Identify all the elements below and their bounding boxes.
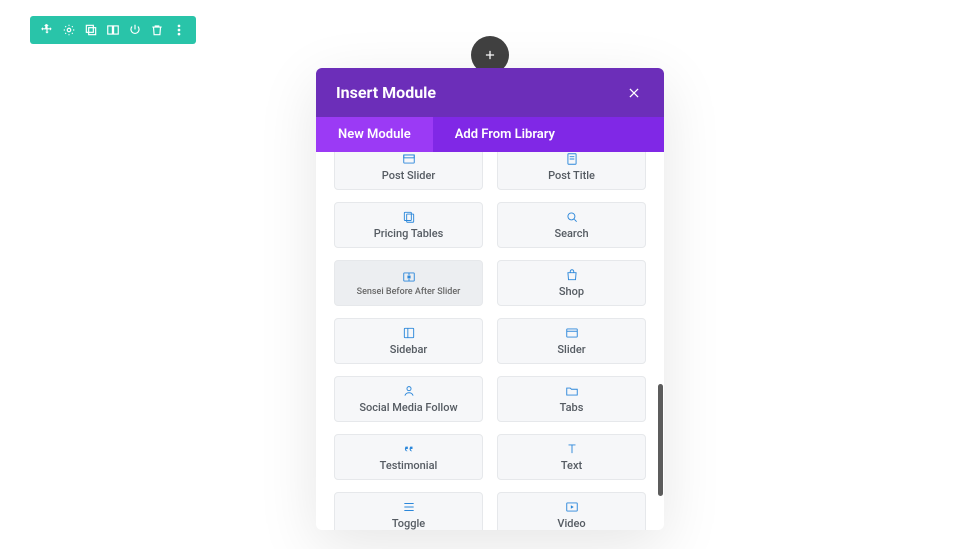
duplicate-row-icon[interactable] [80, 16, 102, 44]
more-icon[interactable] [168, 16, 190, 44]
trash-icon[interactable] [146, 16, 168, 44]
module-label: Post Title [548, 169, 595, 182]
columns-icon[interactable] [102, 16, 124, 44]
module-shop[interactable]: Shop [497, 260, 646, 306]
play-frame-icon [565, 326, 579, 340]
module-sensei-before-after-slider[interactable]: Sensei Before After Slider [334, 260, 483, 306]
module-label: Post Slider [382, 169, 436, 182]
modal-body: Post Slider Post Title Pricing Tables Searc… [316, 152, 664, 530]
module-slider[interactable]: Slider [497, 318, 646, 364]
module-label: Toggle [392, 517, 425, 530]
module-toggle[interactable]: Toggle [334, 492, 483, 530]
module-label: Text [561, 459, 582, 472]
panel-icon [402, 326, 416, 340]
text-icon [565, 442, 579, 456]
move-icon[interactable] [36, 16, 58, 44]
module-grid: Post Slider Post Title Pricing Tables Searc… [334, 152, 646, 530]
video-icon [565, 500, 579, 514]
module-testimonial[interactable]: Testimonial [334, 434, 483, 480]
scrollbar-thumb[interactable] [658, 384, 663, 496]
copy-icon [402, 210, 416, 224]
module-pricing-tables[interactable]: Pricing Tables [334, 202, 483, 248]
module-text[interactable]: Text [497, 434, 646, 480]
module-social-media-follow[interactable]: Social Media Follow [334, 376, 483, 422]
module-post-title[interactable]: Post Title [497, 152, 646, 190]
module-label: Social Media Follow [359, 401, 457, 414]
bag-icon [565, 268, 579, 282]
module-label: Shop [559, 285, 584, 298]
tab-new-module[interactable]: New Module [316, 117, 433, 152]
insert-module-modal: Insert Module New Module Add From Librar… [316, 68, 664, 530]
module-label: Slider [557, 343, 585, 356]
section-toolbar [30, 16, 196, 44]
modal-header: Insert Module [316, 68, 664, 117]
module-label: Sensei Before After Slider [357, 287, 461, 297]
module-label: Sidebar [390, 343, 428, 356]
folder-icon [565, 384, 579, 398]
search-icon [565, 210, 579, 224]
module-label: Pricing Tables [374, 227, 444, 240]
image-card-icon [402, 152, 416, 166]
module-label: Search [554, 227, 588, 240]
quote-icon [402, 442, 416, 456]
module-tabs[interactable]: Tabs [497, 376, 646, 422]
modal-tabs: New Module Add From Library [316, 117, 664, 152]
compare-icon [402, 270, 416, 284]
module-search[interactable]: Search [497, 202, 646, 248]
person-icon [402, 384, 416, 398]
modal-title: Insert Module [336, 83, 436, 102]
module-label: Tabs [560, 401, 584, 414]
close-icon[interactable] [624, 83, 644, 103]
module-sidebar[interactable]: Sidebar [334, 318, 483, 364]
gear-icon[interactable] [58, 16, 80, 44]
rows-icon [402, 500, 416, 514]
power-icon[interactable] [124, 16, 146, 44]
module-post-slider[interactable]: Post Slider [334, 152, 483, 190]
module-video[interactable]: Video [497, 492, 646, 530]
page-icon [565, 152, 579, 166]
tab-add-from-library[interactable]: Add From Library [433, 117, 577, 152]
module-label: Testimonial [380, 459, 438, 472]
module-label: Video [557, 517, 585, 530]
